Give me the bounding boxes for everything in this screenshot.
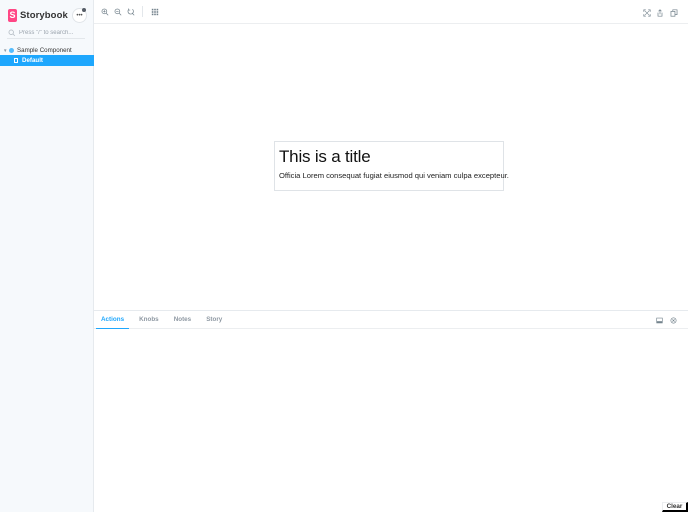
sidebar: S Storybook ••• ▼ Sample Component Defau… [0, 0, 94, 512]
tree-group-sample-component[interactable]: ▼ Sample Component [0, 45, 94, 55]
search-bar [7, 27, 85, 39]
storybook-logo: S [8, 8, 17, 22]
copy-icon [670, 8, 677, 17]
tree-group-label: Sample Component [17, 46, 72, 54]
toolbar-divider [142, 6, 143, 17]
component-title: This is a title [279, 147, 371, 166]
story-icon [14, 58, 18, 63]
preview-canvas: This is a title Officia Lorem consequat … [94, 24, 688, 310]
sample-component: This is a title Officia Lorem consequat … [274, 141, 509, 191]
toolbar [94, 0, 688, 24]
close-circle-icon [670, 317, 677, 324]
notification-dot [82, 8, 86, 12]
brand-name: Storybook [20, 9, 68, 21]
panel-close-button[interactable] [669, 316, 678, 325]
tab-knobs[interactable]: Knobs [134, 311, 164, 329]
panel-bottom-icon [656, 317, 663, 324]
zoom-out-icon [114, 8, 121, 15]
tab-notes[interactable]: Notes [169, 311, 197, 329]
tree-item-label: Default [22, 57, 43, 64]
story-tree: ▼ Sample Component Default [0, 45, 94, 66]
component-body: Officia Lorem consequat fugiat eiusmod q… [279, 171, 509, 180]
grid-button[interactable] [148, 5, 161, 18]
share-button[interactable] [653, 6, 666, 19]
ellipsis-icon: ••• [76, 12, 83, 19]
copy-button[interactable] [667, 6, 680, 19]
panel-position-button[interactable] [655, 316, 664, 325]
tab-actions[interactable]: Actions [96, 311, 130, 329]
grid-icon [151, 8, 158, 15]
addons-panel: Actions Knobs Notes Story Clear [94, 310, 688, 512]
brand[interactable]: S Storybook [8, 8, 68, 22]
component-icon [9, 47, 14, 53]
fullscreen-button[interactable] [640, 6, 653, 19]
fullscreen-icon [642, 8, 651, 17]
panel-tabs: Actions Knobs Notes Story [94, 311, 688, 329]
share-icon [657, 8, 662, 17]
clear-button[interactable]: Clear [662, 502, 688, 512]
tab-story[interactable]: Story [201, 311, 227, 329]
zoom-in-icon [101, 8, 108, 15]
search-icon [8, 29, 16, 36]
zoom-reset-button[interactable] [124, 5, 137, 18]
zoom-in-button[interactable] [98, 5, 111, 18]
tree-item-default[interactable]: Default [0, 55, 94, 66]
zoom-out-button[interactable] [111, 5, 124, 18]
zoom-reset-icon [127, 7, 134, 15]
search-input[interactable] [19, 29, 85, 36]
